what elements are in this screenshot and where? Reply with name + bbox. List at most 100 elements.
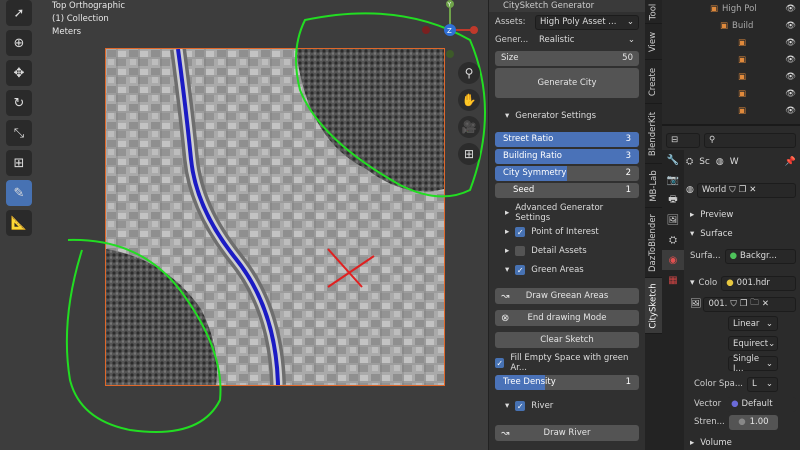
volume-panel-header[interactable]: ▸ Volume — [686, 436, 800, 450]
select-box-tool[interactable]: ➚ — [6, 0, 32, 26]
detail-assets-checkbox[interactable] — [515, 246, 526, 256]
pin-icon[interactable]: 📌 — [785, 157, 796, 167]
scale-tool[interactable]: ⤡ — [6, 120, 32, 146]
generate-city-button[interactable]: Generate City — [495, 68, 639, 98]
cursor-tool[interactable]: ⊕ — [6, 30, 32, 56]
shield-icon[interactable]: ⛉ — [730, 299, 736, 309]
street-ratio-slider[interactable]: Street Ratio 3 — [495, 131, 639, 147]
city-symmetry-slider[interactable]: City Symmetry 2 — [495, 165, 639, 181]
green-areas-header[interactable]: ▾ ✓ Green Areas — [505, 262, 639, 278]
tab-create[interactable]: Create — [645, 60, 662, 104]
tab-mblab[interactable]: MB-Lab — [645, 164, 662, 208]
generator-settings-header[interactable]: ▾ Generator Settings — [505, 108, 639, 124]
outliner-row[interactable]: ▣ High Pol 👁 — [662, 0, 800, 17]
tab-citysketch[interactable]: CitySketch — [645, 278, 662, 334]
editor-type-dropdown[interactable]: ⊟ — [666, 132, 700, 148]
tool-tab[interactable]: 🔧 — [662, 150, 684, 170]
vector-input[interactable]: ● Default — [727, 396, 796, 412]
river-header[interactable]: ▾ ✓ River — [505, 398, 639, 414]
slider-label: City Symmetry — [503, 167, 567, 178]
shield-icon[interactable]: ⛉ — [729, 185, 735, 195]
eye-icon[interactable]: 👁 — [785, 38, 796, 48]
source-dropdown[interactable]: Single I... ⌄ — [728, 354, 778, 374]
tab-view[interactable]: View — [645, 24, 662, 60]
interpolation-dropdown[interactable]: Linear ⌄ — [728, 316, 778, 331]
generator-dropdown[interactable]: Realistic ⌄ — [535, 32, 639, 48]
props-search-input[interactable]: ⚲ — [704, 132, 796, 148]
3d-viewport[interactable]: Top Orthographic (1) Collection Meters ➚… — [0, 0, 488, 450]
output-tab[interactable]: 🖶 — [662, 190, 684, 210]
pan-button[interactable]: ✋ — [458, 89, 480, 111]
eye-icon[interactable]: 👁 — [785, 4, 796, 14]
assets-dropdown[interactable]: High Poly Asset ... ⌄ — [535, 14, 639, 30]
poi-checkbox[interactable]: ✓ — [515, 227, 526, 237]
fill-empty-row[interactable]: ✓ Fill Empty Space with green Ar... — [495, 353, 639, 373]
preview-label: Preview — [700, 210, 734, 220]
draw-green-label: Draw Greean Areas — [525, 291, 609, 301]
strength-field[interactable]: ● 1.00 — [728, 414, 778, 430]
outliner-row[interactable]: ▣ Build 👁 — [662, 17, 800, 34]
zoom-button[interactable]: ⚲ — [458, 62, 480, 84]
world-tab[interactable]: ◉ — [662, 250, 684, 270]
image-datablock[interactable]: 001. ⛉ ❐ 🗀 ✕ — [703, 296, 796, 312]
collection-tab[interactable]: ▦ — [662, 270, 684, 290]
tree-density-slider[interactable]: Tree Density 1 — [495, 374, 639, 390]
green-areas-checkbox[interactable]: ✓ — [515, 265, 526, 275]
socket-icon: ● — [738, 417, 746, 427]
tab-tool[interactable]: Tool — [645, 0, 662, 24]
surface-panel-header[interactable]: ▾ Surface — [686, 227, 800, 241]
poi-header[interactable]: ▸ ✓ Point of Interest — [505, 224, 639, 240]
color-space-row: Color Spa... L ⌄ — [686, 376, 800, 392]
outliner-row[interactable]: ▣ 👁 — [662, 85, 800, 102]
grid-button[interactable]: ⊞ — [458, 143, 480, 165]
duplicate-icon[interactable]: ❐ — [740, 299, 748, 309]
clear-sketch-button[interactable]: Clear Sketch — [495, 332, 639, 348]
folder-icon[interactable]: 🗀 — [750, 297, 759, 311]
surface-shader-dropdown[interactable]: ● Backgr... — [724, 248, 796, 264]
checker-icon: ▦ — [668, 274, 678, 286]
outliner-row[interactable]: ▣ 👁 — [662, 68, 800, 85]
outliner-row[interactable]: ▣ 👁 — [662, 51, 800, 68]
draw-river-button[interactable]: ↝ Draw River — [495, 425, 639, 441]
end-drawing-button[interactable]: ⊗ End drawing Mode — [495, 310, 639, 326]
eye-icon[interactable]: 👁 — [785, 106, 796, 116]
duplicate-icon[interactable]: ❐ — [739, 185, 747, 195]
color-texture-dropdown[interactable]: ● 001.hdr — [721, 275, 796, 291]
view-layer-tab[interactable]: 🖼 — [662, 210, 684, 230]
size-row: Size 50 — [495, 50, 639, 66]
zoom-icon: ⚲ — [464, 66, 474, 80]
measure-tool[interactable]: 📐 — [6, 210, 32, 236]
eye-icon[interactable]: 👁 — [785, 55, 796, 65]
outliner-row[interactable]: ▣ 👁 — [662, 102, 800, 119]
draw-green-areas-button[interactable]: ↝ Draw Greean Areas — [495, 288, 639, 304]
preview-panel-header[interactable]: ▸ Preview — [686, 208, 800, 222]
size-field[interactable]: Size 50 — [495, 50, 639, 66]
tab-blenderkit[interactable]: BlenderKit — [645, 104, 662, 164]
projection-dropdown[interactable]: Equirect ⌄ — [728, 336, 778, 351]
close-icon[interactable]: ✕ — [762, 299, 769, 309]
close-icon[interactable]: ✕ — [749, 185, 756, 195]
transform-tool[interactable]: ⊞ — [6, 150, 32, 176]
eye-icon[interactable]: 👁 — [785, 72, 796, 82]
tab-daztoblender[interactable]: DazToBlender — [645, 208, 662, 278]
navigation-gizmo[interactable]: Z Y — [420, 0, 480, 60]
outliner-row[interactable]: ▣ 👁 — [662, 34, 800, 51]
fill-empty-checkbox[interactable]: ✓ — [495, 358, 505, 368]
camera-button[interactable]: 🎥 — [458, 116, 480, 138]
unit-name: Meters — [52, 27, 82, 37]
seed-field[interactable]: Seed 1 — [495, 182, 639, 198]
eye-icon[interactable]: 👁 — [785, 89, 796, 99]
scene-tab[interactable]: ⛭ — [662, 230, 684, 250]
eye-icon[interactable]: 👁 — [785, 21, 796, 31]
annotate-tool[interactable]: ✎ — [6, 180, 32, 206]
advanced-settings-header[interactable]: ▸ Advanced Generator Settings — [505, 203, 639, 223]
river-checkbox[interactable]: ✓ — [515, 401, 526, 411]
render-tab[interactable]: 📷 — [662, 170, 684, 190]
move-tool[interactable]: ✥ — [6, 60, 32, 86]
outliner: ▣ High Pol 👁 ▣ Build 👁 ▣ 👁 ▣ 👁 ▣ 👁 ▣ 👁 ▣… — [662, 0, 800, 126]
world-datablock[interactable]: World ⛉ ❐ ✕ — [696, 182, 796, 198]
detail-assets-header[interactable]: ▸ Detail Assets — [505, 243, 639, 259]
building-ratio-slider[interactable]: Building Ratio 3 — [495, 148, 639, 164]
color-space-dropdown[interactable]: L ⌄ — [747, 376, 778, 392]
rotate-tool[interactable]: ↻ — [6, 90, 32, 116]
